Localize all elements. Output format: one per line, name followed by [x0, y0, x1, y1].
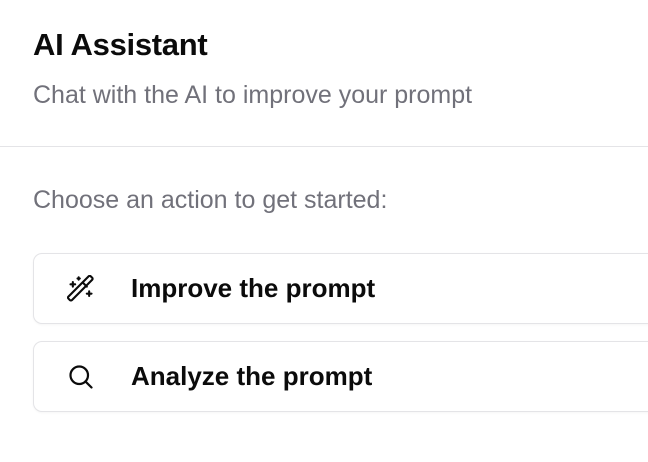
- action-prompt-label: Choose an action to get started:: [33, 186, 388, 214]
- ai-assistant-panel: AI Assistant Chat with the AI to improve…: [0, 0, 648, 462]
- improve-prompt-button[interactable]: Improve the prompt: [33, 253, 648, 324]
- panel-header: AI Assistant Chat with the AI to improve…: [0, 0, 648, 147]
- panel-subtitle: Chat with the AI to improve your prompt: [33, 81, 473, 109]
- analyze-prompt-button[interactable]: Analyze the prompt: [33, 341, 648, 412]
- analyze-prompt-label: Analyze the prompt: [131, 361, 373, 391]
- panel-title: AI Assistant: [33, 27, 208, 62]
- search-icon: [67, 363, 95, 391]
- improve-prompt-label: Improve the prompt: [131, 273, 376, 303]
- magic-wand-icon: [66, 274, 95, 303]
